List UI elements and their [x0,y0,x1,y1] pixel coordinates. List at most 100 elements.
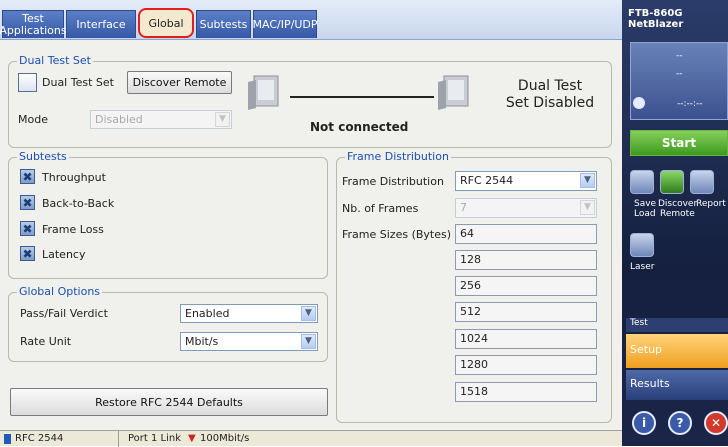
tab-test-applications[interactable]: Test Applications [0,10,67,38]
panel-value: -- [676,69,683,79]
group-title: Frame Distribution [345,150,451,163]
chevron-down-icon: ▼ [580,173,595,188]
group-title: Global Options [17,285,103,298]
pass-fail-value: Enabled [185,307,230,320]
timer-icon [633,97,645,109]
link-down-arrow-icon: ▼ [188,433,196,444]
back-to-back-label: Back-to-Back [42,197,115,210]
test-icon [4,434,11,444]
report-icon[interactable] [690,170,714,194]
restore-defaults-label: Restore RFC 2544 Defaults [95,395,243,409]
rate-unit-label: Rate Unit [20,335,72,348]
frame-distribution-label: Frame Distribution [342,175,444,188]
status-test-name: RFC 2544 [15,433,64,444]
main-content: Dual Test Set Dual Test Set Discover Rem… [0,40,622,430]
discover-label: Discover [658,199,698,209]
mode-value: Disabled [95,113,143,126]
frame-size-field[interactable]: 1518 [455,382,597,402]
frame-size-field[interactable]: 1024 [455,329,597,349]
group-title: Subtests [17,150,69,163]
tab-bar: Test Applications Interface Global Subte… [0,0,622,40]
tab-label: Subtests [199,18,248,31]
chevron-down-icon: ▼ [215,112,230,127]
status-bar: RFC 2544 Port 1 Link ▼ 100Mbit/s [0,430,622,447]
timer-value: --:--:-- [677,99,703,109]
discover-remote-button[interactable]: Discover Remote [127,71,232,94]
tab-global[interactable]: Global [138,8,194,38]
dual-test-set-label: Dual Test Set [42,76,114,89]
status-panel: -- -- --:--:-- [630,42,728,120]
device-name-line: NetBlazer [628,19,684,30]
remote-label: Remote [660,209,695,219]
mode-select[interactable]: Disabled ▼ [90,110,232,129]
dual-test-status-line: Dual Test [517,78,583,94]
report-label: Report [696,199,726,209]
latency-checkbox[interactable]: ✖ [20,246,35,261]
pass-fail-label: Pass/Fail Verdict [20,307,108,320]
tab-label: Global [148,16,184,30]
group-title: Dual Test Set [17,54,93,67]
frame-size-field[interactable]: 1280 [455,355,597,375]
local-computer-icon [248,75,279,110]
tab-label: MAC/IP/UDP [252,18,318,31]
discover-remote-icon[interactable] [660,170,684,194]
tab-interface[interactable]: Interface [66,10,136,38]
help-icon[interactable]: ? [668,411,692,435]
side-panel: FTB-860G NetBlazer -- -- --:--:-- Start … [622,0,728,446]
start-label: Start [661,136,697,150]
load-label: Load [634,209,656,219]
frame-distribution-select[interactable]: RFC 2544 ▼ [455,171,597,191]
frame-size-field[interactable]: 64 [455,224,597,244]
chevron-down-icon: ▼ [580,200,595,215]
panel-value: -- [676,51,683,61]
rate-unit-value: Mbit/s [185,335,219,348]
latency-label: Latency [42,248,86,261]
frame-distribution-value: RFC 2544 [460,174,514,187]
device-name-line: FTB-860G [628,8,683,19]
tab-label: Test [22,11,44,25]
nav-setup[interactable]: Setup [626,334,728,368]
status-speed: 100Mbit/s [200,433,250,444]
device-name: FTB-860G NetBlazer [628,8,683,30]
start-button[interactable]: Start [630,130,728,156]
status-port: Port 1 Link [128,433,182,444]
throughput-checkbox[interactable]: ✖ [20,169,35,184]
mode-label: Mode [18,113,48,126]
frame-size-field[interactable]: 256 [455,276,597,296]
back-to-back-checkbox[interactable]: ✖ [20,195,35,210]
tab-label: Interface [76,18,126,31]
chevron-down-icon: ▼ [301,306,316,321]
restore-defaults-button[interactable]: Restore RFC 2544 Defaults [10,388,328,416]
pass-fail-select[interactable]: Enabled ▼ [180,304,318,323]
frame-size-field[interactable]: 512 [455,302,597,322]
nb-frames-label: Nb. of Frames [342,202,419,215]
nav-results[interactable]: Results [626,370,728,400]
chevron-down-icon: ▼ [301,334,316,349]
frame-sizes-label: Frame Sizes (Bytes) [342,228,452,241]
laser-icon[interactable] [630,233,654,257]
global-options-group: Global Options [8,285,328,362]
throughput-label: Throughput [42,171,106,184]
status-divider [118,431,119,447]
tab-subtests[interactable]: Subtests [196,10,251,38]
rate-unit-select[interactable]: Mbit/s ▼ [180,332,318,351]
frame-loss-label: Frame Loss [42,223,104,236]
connection-status: Not connected [310,120,409,134]
connection-line [290,96,434,98]
frame-size-field[interactable]: 128 [455,250,597,270]
save-label: Save [634,199,657,209]
frame-loss-checkbox[interactable]: ✖ [20,221,35,236]
dual-test-status-line: Set Disabled [505,95,595,111]
dual-test-set-checkbox[interactable] [18,73,37,92]
remote-computer-icon [438,75,469,110]
nb-frames-select[interactable]: 7 ▼ [455,198,597,218]
info-icon[interactable]: i [632,411,656,435]
tab-label: Applications [0,23,67,37]
close-icon[interactable]: ✕ [704,411,728,435]
save-load-icon[interactable] [630,170,654,194]
test-section-label: Test [626,318,728,332]
dual-test-status: Dual Test Set Disabled [494,78,606,112]
discover-remote-label: Discover Remote [132,76,227,89]
nb-frames-value: 7 [460,201,467,214]
tab-mac-ip-udp[interactable]: MAC/IP/UDP [253,10,317,38]
